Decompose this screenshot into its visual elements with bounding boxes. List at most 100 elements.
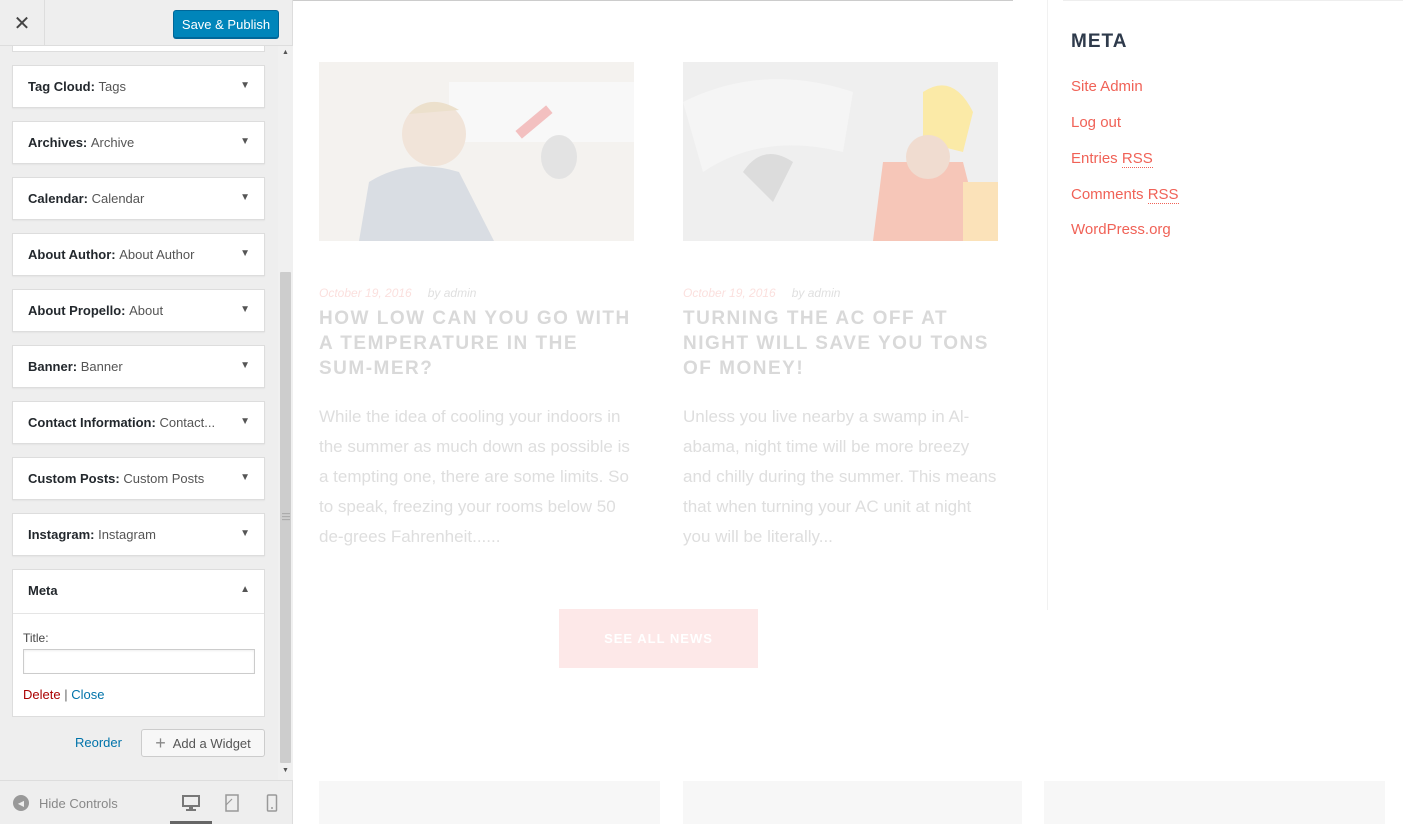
widget-name: Custom Posts — [28, 471, 116, 486]
post-date[interactable]: October 19, 2016 — [683, 286, 776, 300]
post-thumbnail[interactable] — [1044, 781, 1385, 824]
delete-link[interactable]: Delete — [23, 687, 61, 702]
post-title[interactable]: TURNING THE AC OFF AT NIGHT WILL SAVE YO… — [683, 306, 998, 381]
desktop-preview-icon[interactable] — [181, 793, 201, 813]
widget-about-propello[interactable]: About Propello: About ▼ — [12, 289, 265, 332]
post-date[interactable]: October 19, 2016 — [319, 286, 412, 300]
site-preview: October 19, 2016 by admin HOW LOW CAN YOU… — [293, 0, 1411, 824]
widget-title: Instagram — [98, 527, 156, 542]
add-widget-button[interactable]: + Add a Widget — [141, 729, 265, 757]
comments-prefix: Comments — [1071, 186, 1144, 203]
close-link[interactable]: Close — [71, 687, 104, 702]
widget-meta-expanded: Meta ▲ Title: Delete | Close — [12, 569, 265, 717]
widget-title: Banner — [80, 359, 123, 374]
scroll-down-arrow-icon[interactable]: ▼ — [282, 767, 289, 774]
widget-about-author[interactable]: About Author: About Author ▼ — [12, 233, 265, 276]
widget-tag-cloud[interactable]: Tag Cloud: Tags ▼ — [12, 65, 265, 108]
tablet-preview-icon[interactable] — [224, 793, 240, 813]
post-title[interactable]: HOW LOW CAN YOU GO WITH A TEMPERATURE IN… — [319, 306, 634, 381]
collapse-arrow-icon[interactable]: ▲ — [240, 584, 250, 595]
widget-title: Contact... — [159, 415, 216, 430]
widget-calendar[interactable]: Calendar: Calendar ▼ — [12, 177, 265, 220]
title-input[interactable] — [23, 649, 255, 674]
widget-name: Meta — [28, 583, 58, 598]
widget-custom-posts[interactable]: Custom Posts: Custom Posts ▼ — [12, 457, 265, 500]
widget-name: Archives — [28, 135, 83, 150]
site-admin-link[interactable]: Site Admin — [1071, 78, 1143, 95]
mobile-preview-icon[interactable] — [266, 793, 278, 813]
collapse-arrow-icon: ◀ — [13, 795, 29, 811]
customizer-panel: ✕ Save & Publish Tag Cloud: Tags ▼ Archi… — [0, 0, 293, 824]
widget-archives[interactable]: Archives: Archive ▼ — [12, 121, 265, 164]
post-author[interactable]: by admin — [792, 286, 841, 300]
expand-arrow-icon[interactable]: ▼ — [240, 360, 250, 371]
expand-arrow-icon[interactable]: ▼ — [240, 248, 250, 259]
rss-abbr: RSS — [1147, 186, 1179, 204]
widget-name: Tag Cloud — [28, 79, 91, 94]
expand-arrow-icon[interactable]: ▼ — [240, 416, 250, 427]
divider — [1063, 0, 1403, 1]
grip-icon: — — — — [282, 509, 290, 524]
wordpress-org-link[interactable]: WordPress.org — [1071, 221, 1171, 238]
sidebar-divider — [1047, 0, 1048, 610]
hide-controls-button[interactable]: ◀ Hide Controls — [13, 795, 118, 811]
widget-list: Tag Cloud: Tags ▼ Archives: Archive ▼ Ca… — [0, 46, 278, 780]
post-thumbnail[interactable] — [319, 781, 660, 824]
title-label: Title: — [23, 631, 49, 645]
plus-icon: + — [155, 733, 166, 753]
widget-name: Banner — [28, 359, 73, 374]
sidebar-widget-title: META — [1071, 31, 1128, 52]
separator: | — [64, 687, 68, 702]
save-publish-button[interactable]: Save & Publish — [173, 10, 279, 38]
widget-name: Instagram — [28, 527, 91, 542]
widget-name: About Propello — [28, 303, 122, 318]
widget-instagram[interactable]: Instagram: Instagram ▼ — [12, 513, 265, 556]
widget-title: Tags — [98, 79, 127, 94]
widget-name: Contact Information — [28, 415, 152, 430]
scrollbar-thumb[interactable]: — — — — [280, 272, 291, 763]
scroll-up-arrow-icon[interactable]: ▲ — [282, 49, 289, 56]
rss-abbr: RSS — [1121, 150, 1153, 168]
widget-name: About Author — [28, 247, 112, 262]
entries-prefix: Entries — [1071, 150, 1118, 167]
comments-rss-link[interactable]: Comments RSS — [1071, 186, 1179, 204]
widget-actions: Delete | Close — [23, 687, 104, 702]
post-excerpt: While the idea of cooling your indoors i… — [319, 407, 630, 546]
post-thumbnail[interactable] — [683, 781, 1022, 824]
widget-partial-top — [12, 46, 265, 52]
widget-meta-header[interactable]: Meta ▲ — [13, 570, 264, 614]
expand-arrow-icon[interactable]: ▼ — [240, 136, 250, 147]
widget-name: Calendar — [28, 191, 84, 206]
reorder-link[interactable]: Reorder — [75, 735, 122, 750]
close-icon: ✕ — [13, 12, 31, 35]
post-thumbnail[interactable] — [683, 62, 998, 241]
divider — [293, 0, 1013, 1]
widget-title: Custom Posts — [123, 471, 205, 486]
entries-rss-link[interactable]: Entries RSS — [1071, 150, 1153, 168]
post-card: October 19, 2016 by admin TURNING THE AC … — [683, 62, 998, 546]
hide-controls-label: Hide Controls — [39, 795, 118, 811]
expand-arrow-icon[interactable]: ▼ — [240, 472, 250, 483]
widget-banner[interactable]: Banner: Banner ▼ — [12, 345, 265, 388]
post-thumbnail[interactable] — [319, 62, 634, 241]
panel-scrollbar[interactable]: ▲ — — — ▼ — [278, 46, 293, 780]
expand-arrow-icon[interactable]: ▼ — [240, 80, 250, 91]
widget-title: Archive — [90, 135, 135, 150]
post-meta: October 19, 2016 by admin — [683, 286, 840, 300]
customizer-footer: ◀ Hide Controls — [0, 780, 292, 824]
post-card: October 19, 2016 by admin HOW LOW CAN YOU… — [319, 62, 634, 546]
expand-arrow-icon[interactable]: ▼ — [240, 528, 250, 539]
log-out-link[interactable]: Log out — [1071, 114, 1121, 131]
widget-contact-information[interactable]: Contact Information: Contact... ▼ — [12, 401, 265, 444]
post-author[interactable]: by admin — [428, 286, 477, 300]
close-customizer-button[interactable]: ✕ — [0, 0, 45, 46]
see-all-news-button[interactable]: SEE ALL NEWS — [559, 609, 758, 668]
post-meta: October 19, 2016 by admin — [319, 286, 476, 300]
widget-title: About Author — [119, 247, 195, 262]
add-widget-label: Add a Widget — [172, 735, 251, 751]
widget-title: About — [129, 303, 164, 318]
expand-arrow-icon[interactable]: ▼ — [240, 192, 250, 203]
post-excerpt: Unless you live nearby a swamp in Al-aba… — [683, 407, 997, 546]
expand-arrow-icon[interactable]: ▼ — [240, 304, 250, 315]
customizer-header: ✕ Save & Publish — [0, 0, 292, 46]
